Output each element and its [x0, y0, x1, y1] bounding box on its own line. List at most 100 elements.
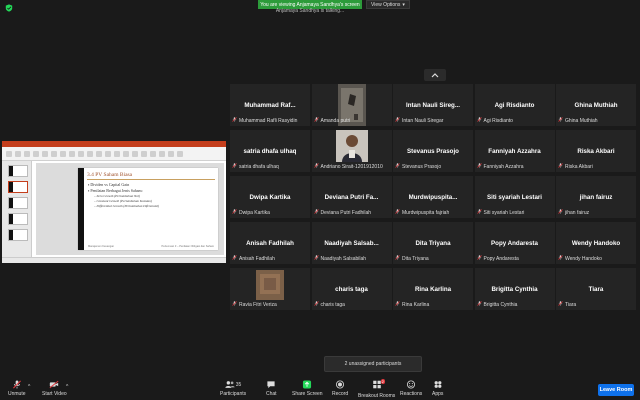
- participant-name: Murdwipuspita fajriah: [402, 209, 450, 216]
- participant-tile[interactable]: Murdwipuspita... Murdwipuspita fajriah: [393, 176, 473, 218]
- slide-footer-left: Manajemen Keuangan: [88, 245, 115, 248]
- participant-tile[interactable]: Fanniyah Azzahra Fanniyah Azzahra: [474, 130, 555, 172]
- start-video-button[interactable]: Start Video: [42, 380, 67, 397]
- record-icon: [336, 380, 345, 389]
- participant-tile[interactable]: Wendy Handoko Wendy Handoko: [556, 222, 636, 264]
- participant-tile[interactable]: Agi Risdianto Agi Risdianto: [474, 84, 555, 126]
- mic-muted-icon: [395, 117, 400, 124]
- unassigned-participants-notice[interactable]: 2 unassigned participants: [324, 356, 422, 372]
- view-options-label: View Options: [371, 1, 401, 8]
- mic-muted-icon: [558, 301, 563, 308]
- participant-tile[interactable]: Ravia Fitri Veriza: [230, 268, 310, 310]
- gallery-page-up-button[interactable]: [424, 69, 446, 81]
- participant-tile[interactable]: Dita Triyana Dita Triyana: [393, 222, 473, 264]
- slide-thumbnail: [8, 213, 28, 225]
- record-button[interactable]: Record: [332, 380, 348, 397]
- chat-button[interactable]: Chat: [266, 380, 277, 397]
- participant-tile[interactable]: Naadiyah Salsab... Naadiyah Salsabilah: [311, 222, 392, 264]
- participant-name-label: Ghina Muthiah: [558, 117, 598, 124]
- participant-name: Brigitta Cynthia: [483, 301, 518, 308]
- participant-name-label: Deviana Putri Fadhilah: [313, 209, 372, 216]
- slide-subbullet: – Differential Growth (Pertumbuhan Difer…: [94, 204, 160, 208]
- participant-name: satria dhafa ulhaq: [239, 163, 279, 170]
- reactions-button[interactable]: Reactions: [400, 380, 422, 397]
- participant-tile[interactable]: Andriano Sirait-1201912010: [311, 130, 392, 172]
- mic-muted-icon: [476, 209, 482, 216]
- slide-thumbnail: [8, 165, 28, 177]
- participant-name: Fanniyah Azzahra: [483, 163, 524, 170]
- share-screen-button[interactable]: Share Screen: [292, 380, 323, 397]
- participant-name-label: Anisah Fadhilah: [232, 255, 275, 262]
- participant-tile[interactable]: Stevanus Prasojo Stevanus Prasojo: [393, 130, 473, 172]
- participant-name-label: Amanda putri: [313, 117, 351, 124]
- start-video-label: Start Video: [42, 391, 67, 397]
- participant-name: Deviana Putri Fadhilah: [320, 209, 372, 216]
- apps-button[interactable]: Apps: [432, 380, 443, 397]
- participant-tile[interactable]: Deviana Putri Fa... Deviana Putri Fadhila…: [311, 176, 392, 218]
- participant-name-label: Agi Risdianto: [476, 117, 513, 124]
- participant-name-label: Siti syariah Lestari: [476, 209, 524, 216]
- mic-muted-icon: [395, 209, 400, 216]
- share-screen-label: Share Screen: [292, 391, 323, 397]
- participant-name-label: Wendy Handoko: [558, 255, 602, 262]
- participant-name-label: satria dhafa ulhaq: [232, 163, 279, 170]
- participant-name: Amanda putri: [320, 117, 351, 124]
- caret-up-icon: ^: [28, 384, 31, 390]
- reactions-label: Reactions: [400, 391, 423, 397]
- participant-name: Riska Akbari: [565, 163, 593, 170]
- mic-muted-icon: [232, 255, 237, 262]
- participant-tile[interactable]: Popy Andaresta Popy Andaresta: [474, 222, 555, 264]
- participant-name-label: Stevanus Prasojo: [395, 163, 441, 170]
- video-options-caret[interactable]: ^: [66, 384, 68, 390]
- participant-tile[interactable]: Riska Akbari Riska Akbari: [556, 130, 636, 172]
- unmute-button[interactable]: Unmute: [8, 380, 26, 397]
- slide-thumbnail: [8, 229, 28, 241]
- zoom-meeting-window: You are viewing Anjamaya Sandhya's scree…: [0, 0, 640, 400]
- participants-button[interactable]: 35 Participants: [220, 380, 246, 397]
- view-options-button[interactable]: View Options ▾: [366, 0, 410, 9]
- apps-icon: [434, 381, 442, 388]
- participant-name: Andriano Sirait-1201912010: [320, 163, 383, 170]
- participant-tile[interactable]: Intan Nauli Sireg... Intan Nauli Siregar: [393, 84, 473, 126]
- chevron-down-icon: ▾: [402, 1, 405, 8]
- audio-options-caret[interactable]: ^: [28, 384, 30, 390]
- participant-tile[interactable]: Anisah Fadhilah Anisah Fadhilah: [230, 222, 310, 264]
- leave-room-button[interactable]: Leave Room: [598, 384, 634, 396]
- chat-label: Chat: [266, 391, 277, 397]
- participant-gallery: Muhammad Raf... Muhammad Rafli Rasyidin Am…: [230, 84, 636, 316]
- participant-name-label: Dwipa Kartika: [232, 209, 270, 216]
- current-slide: 3.4 PV Saham Biasa ▪ Dividen vs Capital …: [78, 168, 218, 250]
- shield-icon[interactable]: [5, 4, 13, 12]
- powerpoint-statusbar: [2, 257, 226, 263]
- participant-tile[interactable]: Dwipa Kartika Dwipa Kartika: [230, 176, 310, 218]
- breakout-rooms-button[interactable]: 2 Breakout Rooms: [358, 379, 395, 399]
- participant-tile[interactable]: jihan fairuz jihan fairuz: [556, 176, 636, 218]
- reactions-icon: [407, 380, 416, 389]
- participant-name-label: Murdwipuspita fajriah: [395, 209, 449, 216]
- leave-room-label: Leave Room: [599, 387, 633, 393]
- participant-tile[interactable]: Rina Karlina Rina Karlina: [393, 268, 473, 310]
- participant-tile[interactable]: Siti syariah Lestari Siti syariah Lestari: [474, 176, 555, 218]
- participant-tile[interactable]: Muhammad Raf... Muhammad Rafli Rasyidin: [230, 84, 310, 126]
- unmute-label: Unmute: [8, 391, 26, 397]
- mic-muted-icon: [12, 380, 21, 389]
- mic-muted-icon: [476, 301, 482, 308]
- participant-name-label: Andriano Sirait-1201912010: [313, 163, 383, 170]
- participant-tile[interactable]: Tiara Tiara: [556, 268, 636, 310]
- shared-screen[interactable]: 3.4 PV Saham Biasa ▪ Dividen vs Capital …: [2, 141, 226, 263]
- mic-muted-icon: [313, 163, 319, 170]
- slide-thumbnail: [8, 181, 28, 193]
- participant-tile[interactable]: Amanda putri: [311, 84, 392, 126]
- mic-muted-icon: [232, 301, 237, 308]
- participant-tile[interactable]: charis taga charis taga: [311, 268, 392, 310]
- mic-muted-icon: [476, 163, 482, 170]
- participants-label: Participants: [220, 391, 247, 397]
- participant-tile[interactable]: Brigitta Cynthia Brigitta Cynthia: [474, 268, 555, 310]
- participant-tile[interactable]: satria dhafa ulhaq satria dhafa ulhaq: [230, 130, 310, 172]
- participant-tile[interactable]: Ghina Muthiah Ghina Muthiah: [556, 84, 636, 126]
- participant-name: Wendy Handoko: [565, 255, 602, 262]
- participant-name: Muhammad Rafli Rasyidin: [239, 117, 298, 124]
- participants-icon: [225, 381, 235, 388]
- slide-thumbnail: [8, 197, 28, 209]
- mic-muted-icon: [395, 255, 400, 262]
